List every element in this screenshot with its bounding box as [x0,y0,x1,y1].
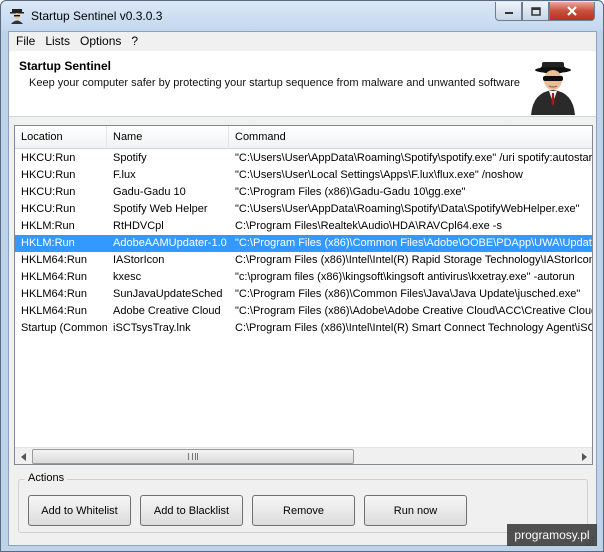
cell-command: "C:\Users\User\AppData\Roaming\Spotify\s… [235,152,592,164]
cell-location: HKLM64:Run [21,305,88,317]
horizontal-scrollbar[interactable] [15,447,592,464]
cell-location: HKCU:Run [21,203,76,215]
table-row[interactable]: HKLM:Run RtHDVCpl C:\Program Files\Realtek… [15,218,592,235]
cell-command: "C:\Users\User\AppData\Roaming\Spotify\D… [235,203,580,215]
menu-lists[interactable]: Lists [40,34,75,48]
window-title: Startup Sentinel v0.3.0.3 [31,9,163,23]
cell-location: HKLM64:Run [21,254,88,266]
menu-file[interactable]: File [11,34,40,48]
actions-label: Actions [25,472,68,484]
sentinel-mascot-icon [531,62,575,115]
menu-help[interactable]: ? [126,34,143,48]
maximize-icon [530,6,541,16]
actions-group: Actions Add to Whitelist Add to Blacklis… [18,472,588,533]
cell-command: C:\Program Files (x86)\Intel\Intel(R) Ra… [235,254,592,266]
header-subtitle: Keep your computer safer by protecting y… [29,77,520,89]
cell-name: RtHDVCpl [113,220,164,232]
column-header-command[interactable]: Command [229,126,592,149]
cell-location: Startup (Common) [21,322,107,334]
cell-name: iSCTsysTray.lnk [113,322,191,334]
cell-command: "c:\program files (x86)\kingsoft\kingsof… [235,271,575,283]
scrollbar-thumb[interactable] [32,449,354,464]
cell-name: Gadu-Gadu 10 [113,186,186,198]
cell-name: Spotify [113,152,147,164]
cell-command: "C:\Program Files (x86)\Common Files\Ado… [235,237,592,249]
table-row[interactable]: HKCU:Run Spotify "C:\Users\User\AppData\Ro… [15,150,592,167]
table-row[interactable]: HKCU:Run Spotify Web Helper "C:\Users\User… [15,201,592,218]
app-window: Startup Sentinel v0.3.0.3 File Lists Opt… [0,0,604,552]
table-row[interactable]: HKLM64:Run IAStorIcon C:\Program Files (x8… [15,252,592,269]
close-button[interactable] [549,2,595,21]
cell-name: Adobe Creative Cloud [113,305,221,317]
remove-button[interactable]: Remove [252,495,355,526]
cell-location: HKCU:Run [21,186,76,198]
cell-name: AdobeAAMUpdater-1.0 [113,237,227,249]
close-icon [567,6,577,16]
menu-bar: File Lists Options ? [9,32,596,50]
scroll-left-button[interactable] [15,448,32,465]
cell-command: "C:\Program Files (x86)\Common Files\Jav… [235,288,581,300]
cell-location: HKLM:Run [21,237,75,249]
cell-name: SunJavaUpdateSched [113,288,223,300]
title-bar[interactable]: Startup Sentinel v0.3.0.3 [1,1,603,31]
table-row[interactable]: HKCU:Run Gadu-Gadu 10 "C:\Program Files (x… [15,184,592,201]
table-row[interactable]: HKLM64:Run SunJavaUpdateSched "C:\Program … [15,286,592,303]
arrow-left-icon [20,452,26,461]
header-title: Startup Sentinel [19,59,112,73]
table-row[interactable]: HKLM64:Run kxesc "c:\program files (x86)\k… [15,269,592,286]
cell-command: "C:\Program Files (x86)\Adobe\Adobe Crea… [235,305,592,317]
cell-name: kxesc [113,271,142,283]
table-row[interactable]: HKCU:Run F.lux "C:\Users\User\Local Settin… [15,167,592,184]
table-row[interactable]: HKLM:Run AdobeAAMUpdater-1.0 "C:\Program F… [15,235,592,252]
column-header-location[interactable]: Location [15,126,107,149]
menu-options[interactable]: Options [75,34,126,48]
header-panel: Startup Sentinel Keep your computer safe… [9,51,596,117]
table-row[interactable]: Startup (Common) iSCTsysTray.lnk C:\Progra… [15,320,592,337]
client-area: File Lists Options ? Startup Sentinel Ke… [8,31,597,546]
cell-location: HKLM:Run [21,220,75,232]
cell-name: IAStorIcon [113,254,165,266]
app-icon [10,9,24,24]
arrow-right-icon [581,452,587,461]
table-row[interactable]: HKLM64:Run Adobe Creative Cloud "C:\Progra… [15,303,592,320]
startup-items-list[interactable]: Location Name Command HKCU:Run Spotify "C:… [14,125,593,465]
cell-command: C:\Program Files (x86)\Intel\Intel(R) Sm… [235,322,592,334]
cell-command: "C:\Program Files (x86)\Gadu-Gadu 10\gg.… [235,186,466,198]
column-header-name[interactable]: Name [107,126,229,149]
list-body: HKCU:Run Spotify "C:\Users\User\AppData\Ro… [15,150,592,446]
watermark: programosy.pl [507,524,597,546]
cell-command: C:\Program Files\Realtek\Audio\HDA\RAVCp… [235,220,502,232]
cell-command: "C:\Users\User\Local Settings\Apps\F.lux… [235,169,523,181]
run-now-button[interactable]: Run now [364,495,467,526]
maximize-button[interactable] [522,2,549,21]
cell-name: F.lux [113,169,136,181]
cell-location: HKLM64:Run [21,271,88,283]
list-header: Location Name Command [15,126,592,149]
minimize-button[interactable] [495,2,522,21]
cell-name: Spotify Web Helper [113,203,208,215]
add-to-whitelist-button[interactable]: Add to Whitelist [28,495,131,526]
cell-location: HKCU:Run [21,169,76,181]
minimize-icon [504,12,513,14]
cell-location: HKLM64:Run [21,288,88,300]
add-to-blacklist-button[interactable]: Add to Blacklist [140,495,243,526]
scroll-right-button[interactable] [575,448,592,465]
cell-location: HKCU:Run [21,152,76,164]
